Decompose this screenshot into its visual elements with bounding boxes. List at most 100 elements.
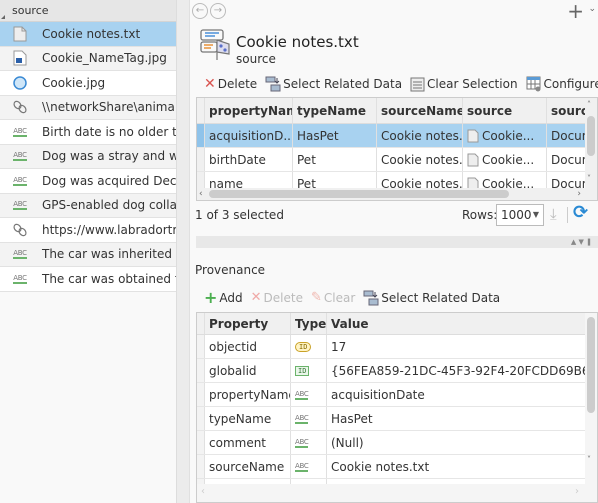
provenance-document-icon bbox=[200, 29, 230, 60]
refresh-icon[interactable]: ⟳ bbox=[573, 202, 588, 223]
provenance-row[interactable]: comment ABC (Null) bbox=[197, 431, 597, 455]
scroll-down-icon[interactable]: ˅ bbox=[587, 455, 591, 464]
abc-icon: ABC bbox=[13, 151, 27, 162]
provenance-row[interactable]: objectid ID 17 bbox=[197, 335, 597, 359]
scroll-right-icon[interactable]: › bbox=[575, 486, 579, 497]
abc-icon: ABC bbox=[13, 273, 27, 284]
provenance-delete-button[interactable]: ✕ Delete bbox=[251, 290, 303, 305]
source-list-item[interactable]: Cookie notes.txt bbox=[0, 22, 176, 47]
scroll-left-icon[interactable]: ‹ bbox=[199, 188, 203, 200]
table-gear-icon bbox=[526, 76, 541, 92]
chevron-down-icon[interactable]: ⌄ bbox=[588, 4, 596, 14]
row-header-corner bbox=[197, 313, 205, 334]
cell-text: Cookie... bbox=[482, 128, 535, 143]
select-related-data-button[interactable]: Select Related Data bbox=[265, 76, 402, 92]
table-cell: HasPet bbox=[293, 124, 377, 147]
provenance-horizontal-scrollbar[interactable]: ‹ › bbox=[197, 484, 597, 502]
column-header-source[interactable]: source bbox=[463, 98, 547, 123]
value-cell[interactable]: 17 bbox=[327, 335, 587, 358]
provenance-grid: Property Type Value objectid ID 17 globalid… bbox=[196, 312, 598, 503]
abc-icon: ABC bbox=[13, 175, 27, 186]
provenance-vertical-scrollbar[interactable]: ˅ bbox=[585, 313, 597, 502]
abc-icon: ABC bbox=[13, 249, 27, 260]
row-header[interactable] bbox=[197, 124, 205, 147]
grid-vertical-scrollbar[interactable]: ˄ ˅ bbox=[585, 98, 597, 200]
add-icon[interactable]: + bbox=[567, 0, 584, 22]
scroll-down-icon[interactable]: ˅ bbox=[587, 174, 591, 183]
delete-button[interactable]: ✕ Delete bbox=[204, 76, 257, 92]
details-panel: ← → + ⌄ Cookie notes.txt source ✕ Delete… bbox=[190, 0, 598, 503]
provenance-row[interactable]: propertyName ABC acquisitionDate bbox=[197, 383, 597, 407]
value-cell[interactable]: (Null) bbox=[327, 431, 587, 454]
add-button[interactable]: + Add bbox=[204, 288, 243, 307]
source-column-header[interactable]: source bbox=[0, 0, 176, 22]
provenance-scroll-thumb[interactable] bbox=[587, 317, 595, 413]
grid-vertical-scroll-thumb[interactable] bbox=[587, 116, 595, 156]
select-related-icon bbox=[363, 290, 379, 305]
source-list-item[interactable]: ABC Birth date is no older thar bbox=[0, 120, 176, 145]
column-header-sourcename[interactable]: sourceName bbox=[377, 98, 463, 123]
rows-dropdown[interactable]: 1000 ▼ bbox=[496, 204, 544, 226]
source-list-item-label: https://www.labradortrair bbox=[42, 222, 176, 237]
collapse-arrows-icon[interactable]: ▲ ▼ ❚ bbox=[571, 236, 592, 248]
download-icon[interactable]: ⤓ bbox=[550, 205, 557, 223]
source-list-item[interactable]: https://www.labradortrair bbox=[0, 218, 176, 243]
table-cell: Pet bbox=[293, 148, 377, 171]
table-cell: acquisitionD... bbox=[205, 124, 293, 147]
value-cell[interactable]: acquisitionDate bbox=[327, 383, 587, 406]
records-toolbar: ✕ Delete Select Related Data Clear Selec… bbox=[204, 76, 598, 92]
value-cell[interactable]: Cookie notes.txt bbox=[327, 455, 587, 478]
globalid-type-icon: ID bbox=[291, 359, 327, 382]
scroll-right-icon[interactable]: › bbox=[577, 188, 581, 200]
text-file-icon bbox=[12, 26, 28, 42]
text-type-icon: ABC bbox=[291, 431, 327, 454]
close-icon: ✕ bbox=[250, 290, 262, 305]
scroll-left-icon[interactable]: ‹ bbox=[201, 486, 205, 497]
source-list-item[interactable]: Cookie_NameTag.jpg bbox=[0, 46, 176, 71]
value-cell[interactable]: HasPet bbox=[327, 407, 587, 430]
table-row[interactable]: acquisitionD... HasPet Cookie notes... Cook… bbox=[197, 124, 597, 148]
row-header bbox=[197, 407, 205, 430]
source-list-item[interactable]: ABC The car was obtained fror bbox=[0, 267, 176, 292]
source-list-item[interactable]: ABC The car was inherited fror bbox=[0, 242, 176, 267]
configure-button[interactable]: Configure bbox=[526, 76, 598, 92]
source-list-item-label: Birth date is no older thar bbox=[42, 124, 176, 139]
back-button[interactable]: ← bbox=[192, 3, 208, 19]
section-splitter[interactable]: ▲ ▼ ❚ bbox=[196, 236, 598, 248]
text-file-icon bbox=[467, 129, 479, 143]
clear-selection-button[interactable]: Clear Selection bbox=[410, 77, 518, 92]
source-list-item[interactable]: ABC Dog was acquired Dec 20 bbox=[0, 169, 176, 194]
provenance-row[interactable]: globalid ID {56FEA859-21DC-45F3-92F4-20FCD… bbox=[197, 359, 597, 383]
clear-button[interactable]: ✎ Clear bbox=[311, 290, 355, 305]
text-type-icon: ABC bbox=[291, 383, 327, 406]
column-header-type[interactable]: Type bbox=[291, 313, 327, 334]
table-row[interactable]: birthDate Pet Cookie notes... Cookie... Docu… bbox=[197, 148, 597, 172]
source-list-item[interactable]: ABC GPS-enabled dog collar bbox=[0, 193, 176, 218]
table-cell: birthDate bbox=[205, 148, 293, 171]
provenance-row[interactable]: typeName ABC HasPet bbox=[197, 407, 597, 431]
grid-horizontal-scroll-thumb[interactable] bbox=[209, 190, 509, 198]
column-header-value[interactable]: Value bbox=[327, 313, 587, 334]
property-cell: comment bbox=[205, 431, 291, 454]
grid-horizontal-scrollbar[interactable]: ‹ › bbox=[197, 188, 597, 200]
panel-splitter[interactable] bbox=[177, 0, 190, 503]
column-header-propertyname[interactable]: propertyName bbox=[205, 98, 293, 123]
row-header[interactable] bbox=[197, 148, 205, 171]
table-cell: Cookie... bbox=[463, 124, 547, 147]
provenance-select-related-button[interactable]: Select Related Data bbox=[363, 290, 500, 306]
source-list-item[interactable]: ABC Dog was a stray and was bbox=[0, 144, 176, 169]
forward-button[interactable]: → bbox=[210, 3, 226, 19]
source-list-item[interactable]: \\networkShare\animal co bbox=[0, 95, 176, 120]
source-list-item-label: GPS-enabled dog collar bbox=[42, 198, 176, 213]
source-list-item[interactable]: Cookie.jpg bbox=[0, 71, 176, 96]
row-header-corner[interactable] bbox=[197, 98, 205, 123]
scroll-up-icon[interactable]: ˄ bbox=[587, 100, 591, 109]
selection-status: 1 of 3 selected bbox=[195, 208, 284, 222]
column-header-property[interactable]: Property bbox=[205, 313, 291, 334]
select-all-corner[interactable] bbox=[1, 15, 5, 19]
column-header-typename[interactable]: typeName bbox=[293, 98, 377, 123]
plus-icon: + bbox=[204, 288, 218, 307]
value-cell[interactable]: {56FEA859-21DC-45F3-92F4-20FCDD69B60C} bbox=[327, 359, 587, 382]
source-list-item-label: Dog was a stray and was bbox=[42, 149, 176, 164]
provenance-row[interactable]: sourceName ABC Cookie notes.txt bbox=[197, 455, 597, 479]
